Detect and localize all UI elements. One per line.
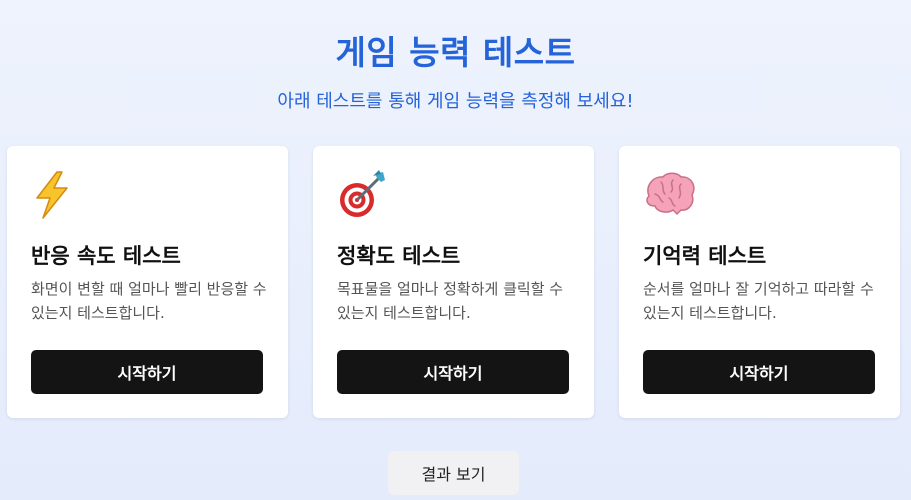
view-results-button[interactable]: 결과 보기 bbox=[388, 451, 519, 495]
card-description: 화면이 변할 때 얼마나 빨리 반응할 수 있는지 테스트합니다. bbox=[31, 280, 267, 322]
lightning-icon bbox=[31, 170, 85, 220]
card-description: 목표물을 얼마나 정확하게 클릭할 수 있는지 테스트합니다. bbox=[337, 280, 564, 322]
card-title: 반응 속도 테스트 bbox=[31, 244, 181, 268]
brain-icon bbox=[643, 170, 697, 220]
start-memory-test-button[interactable]: 시작하기 bbox=[643, 350, 875, 394]
memory-test-card: 기억력 테스트 순서를 얼마나 잘 기억하고 따라할 수 있는지 테스트합니다.… bbox=[619, 146, 900, 418]
card-title: 기억력 테스트 bbox=[643, 244, 767, 268]
start-reaction-test-button[interactable]: 시작하기 bbox=[31, 350, 263, 394]
start-accuracy-test-button[interactable]: 시작하기 bbox=[337, 350, 569, 394]
card-description: 순서를 얼마나 잘 기억하고 따라할 수 있는지 테스트합니다. bbox=[643, 280, 874, 322]
test-card-list: 반응 속도 테스트 화면이 변할 때 얼마나 빨리 반응할 수 있는지 테스트합… bbox=[7, 146, 900, 418]
card-title: 정확도 테스트 bbox=[337, 244, 461, 268]
accuracy-test-card: 정확도 테스트 목표물을 얼마나 정확하게 클릭할 수 있는지 테스트합니다. … bbox=[313, 146, 594, 418]
page-title: 게임 능력 테스트 bbox=[335, 33, 576, 72]
page-subtitle: 아래 테스트를 통해 게임 능력을 측정해 보세요! bbox=[277, 91, 634, 112]
reaction-test-card: 반응 속도 테스트 화면이 변할 때 얼마나 빨리 반응할 수 있는지 테스트합… bbox=[7, 146, 288, 418]
target-dart-icon bbox=[337, 170, 391, 220]
